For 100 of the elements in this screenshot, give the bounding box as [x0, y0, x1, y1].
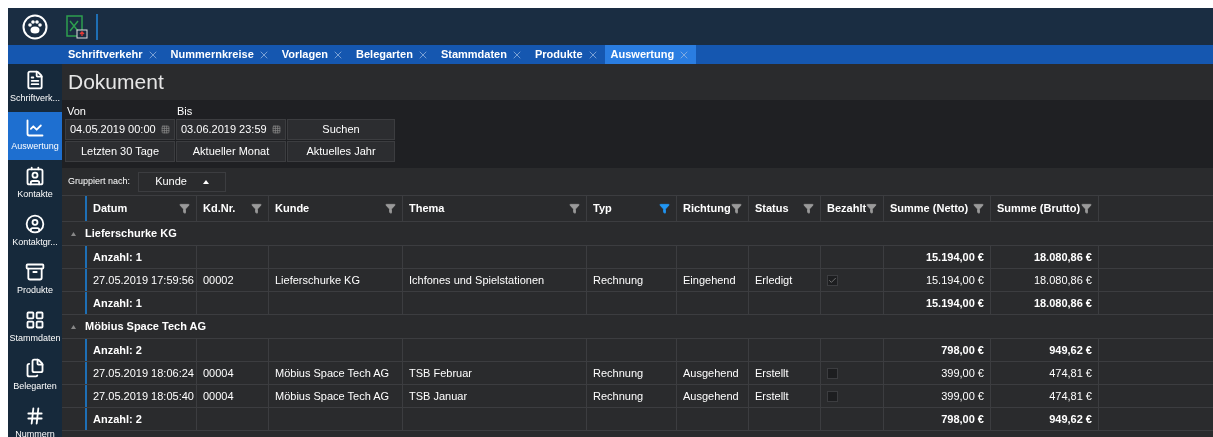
sum-cell: 798,00 €: [884, 339, 991, 361]
search-button[interactable]: Suchen: [287, 119, 395, 140]
sidebar-item-icon: [25, 118, 45, 139]
sidebar-item[interactable]: Nummern: [8, 400, 62, 437]
sidebar-item-icon: [25, 358, 45, 379]
sidebar-item[interactable]: Kontaktgr...: [8, 208, 62, 256]
sidebar-item-icon: [25, 166, 45, 187]
sidebar-item-icon: [25, 214, 45, 235]
table-cell: Lieferschurke KG: [269, 269, 403, 291]
filter-icon[interactable]: [569, 203, 580, 214]
group-count: Anzahl: 1: [87, 292, 197, 314]
table-cell: 00002: [197, 269, 269, 291]
sum-cell: 798,00 €: [884, 408, 991, 430]
table-cell: Erstellt: [749, 385, 821, 407]
table-cell: 15.194,00 €: [884, 269, 991, 291]
filter-icon[interactable]: [866, 203, 877, 214]
table-cell: Rechnung: [587, 269, 677, 291]
sidebar-item[interactable]: Produkte: [8, 256, 62, 304]
table-cell: 00004: [197, 362, 269, 384]
sum-cell: 15.194,00 €: [884, 292, 991, 314]
sidebar-item[interactable]: Auswertung: [8, 112, 62, 160]
sidebar-item[interactable]: Schriftverk...: [8, 64, 62, 112]
document-tab[interactable]: Vorlagen: [275, 45, 350, 64]
data-row[interactable]: 27.05.2019 18:06:24 00004 Möbius Space Tech AG TSB Februar Rechnung Ausgehend Erstellt 399,00 € 474,81 €: [62, 362, 1213, 385]
column-header[interactable]: Summe (Brutto): [991, 196, 1099, 221]
table-cell: Ausgehend: [677, 385, 749, 407]
sum-cell: 18.080,86 €: [991, 246, 1099, 268]
table-cell: 474,81 €: [991, 385, 1099, 407]
filter-icon[interactable]: [973, 203, 984, 214]
datetime-field[interactable]: 04.05.2019 00:00: [65, 119, 175, 140]
sidebar-item-icon: [25, 406, 45, 427]
table-cell: TSB Januar: [403, 385, 587, 407]
table-cell: Möbius Space Tech AG: [269, 362, 403, 384]
filter-icon[interactable]: [179, 203, 190, 214]
document-tab[interactable]: Auswertung: [604, 45, 697, 64]
table-cell: Erstellt: [749, 362, 821, 384]
paw-logo-icon: [22, 13, 48, 40]
data-row[interactable]: 27.05.2019 17:59:56 00002 Lieferschurke KG Ichfones und Spielstationen Rechnung Eingehend Erledigt 15.194,00 € 18.080,86 €: [62, 269, 1213, 292]
filter-icon[interactable]: [251, 203, 262, 214]
field-label: Bis: [177, 104, 193, 117]
sum-cell: 18.080,86 €: [991, 292, 1099, 314]
filter-icon[interactable]: [1081, 203, 1092, 214]
column-header[interactable]: Typ: [587, 196, 677, 221]
period-button[interactable]: Aktueller Monat: [176, 141, 286, 162]
grouping-dropdown[interactable]: Kunde: [138, 171, 227, 192]
period-button[interactable]: Aktuelles Jahr: [287, 141, 395, 162]
calendar-icon: [272, 125, 281, 134]
group-row[interactable]: Möbius Space Tech AG: [62, 315, 1213, 339]
group-count: Anzahl: 1: [87, 246, 197, 268]
document-tab[interactable]: Schriftverkehr: [62, 45, 165, 64]
sum-cell: 15.194,00 €: [884, 246, 991, 268]
sidebar-item[interactable]: Belegarten: [8, 352, 62, 400]
table-cell: Erledigt: [749, 269, 821, 291]
table-cell: Rechnung: [587, 362, 677, 384]
filter-icon[interactable]: [385, 203, 396, 214]
table-cell: Ichfones und Spielstationen: [403, 269, 587, 291]
paid-checkbox[interactable]: [827, 367, 838, 379]
sum-cell: 949,62 €: [991, 408, 1099, 430]
table-cell: Möbius Space Tech AG: [269, 385, 403, 407]
table-cell: Ausgehend: [677, 362, 749, 384]
period-button[interactable]: Letzten 30 Tage: [65, 141, 175, 162]
column-header[interactable]: Status: [749, 196, 821, 221]
table-cell: Rechnung: [587, 385, 677, 407]
column-header[interactable]: Kd.Nr.: [197, 196, 269, 221]
filter-icon[interactable]: [803, 203, 814, 214]
column-header[interactable]: Bezahlt: [821, 196, 884, 221]
column-header[interactable]: Thema: [403, 196, 587, 221]
column-header[interactable]: Richtung: [677, 196, 749, 221]
document-tab[interactable]: Belegarten: [350, 45, 435, 64]
sidebar-item-icon: [25, 310, 45, 331]
sidebar-item[interactable]: Kontakte: [8, 160, 62, 208]
field-label: Von: [66, 104, 87, 117]
document-tab[interactable]: Nummernkreise: [164, 45, 276, 64]
filter-icon[interactable]: [731, 203, 742, 214]
sidebar-item[interactable]: Stammdaten: [8, 304, 62, 352]
table-cell: 27.05.2019 18:06:24: [87, 362, 197, 384]
group-row[interactable]: Lieferschurke KG: [62, 222, 1213, 246]
table-cell: 18.080,86 €: [991, 269, 1099, 291]
table-cell: 399,00 €: [884, 362, 991, 384]
paid-checkbox[interactable]: [827, 390, 838, 402]
grouping-label: Gruppiert nach:: [68, 174, 131, 188]
document-tab[interactable]: Produkte: [528, 45, 605, 64]
document-tab[interactable]: Stammdaten: [434, 45, 529, 64]
column-header[interactable]: Datum: [87, 196, 197, 221]
paid-checkbox[interactable]: [827, 274, 838, 286]
column-header[interactable]: Kunde: [269, 196, 403, 221]
table-cell: 399,00 €: [884, 385, 991, 407]
datetime-field[interactable]: 03.06.2019 23:59: [176, 119, 286, 140]
spreadsheet-export-icon[interactable]: [66, 14, 88, 39]
table-cell: Eingehend: [677, 269, 749, 291]
table-cell: TSB Februar: [403, 362, 587, 384]
page-title: Dokument: [68, 69, 164, 96]
data-row[interactable]: 27.05.2019 18:05:40 00004 Möbius Space Tech AG TSB Januar Rechnung Ausgehend Erstellt 399,00 € 474,81 €: [62, 385, 1213, 408]
table-cell: 27.05.2019 18:05:40: [87, 385, 197, 407]
filter-icon[interactable]: [659, 203, 670, 214]
column-header[interactable]: Summe (Netto): [884, 196, 991, 221]
group-count: Anzahl: 2: [87, 408, 197, 430]
calendar-icon: [161, 125, 170, 134]
table-cell: 00004: [197, 385, 269, 407]
sidebar-item-icon: [25, 70, 45, 91]
